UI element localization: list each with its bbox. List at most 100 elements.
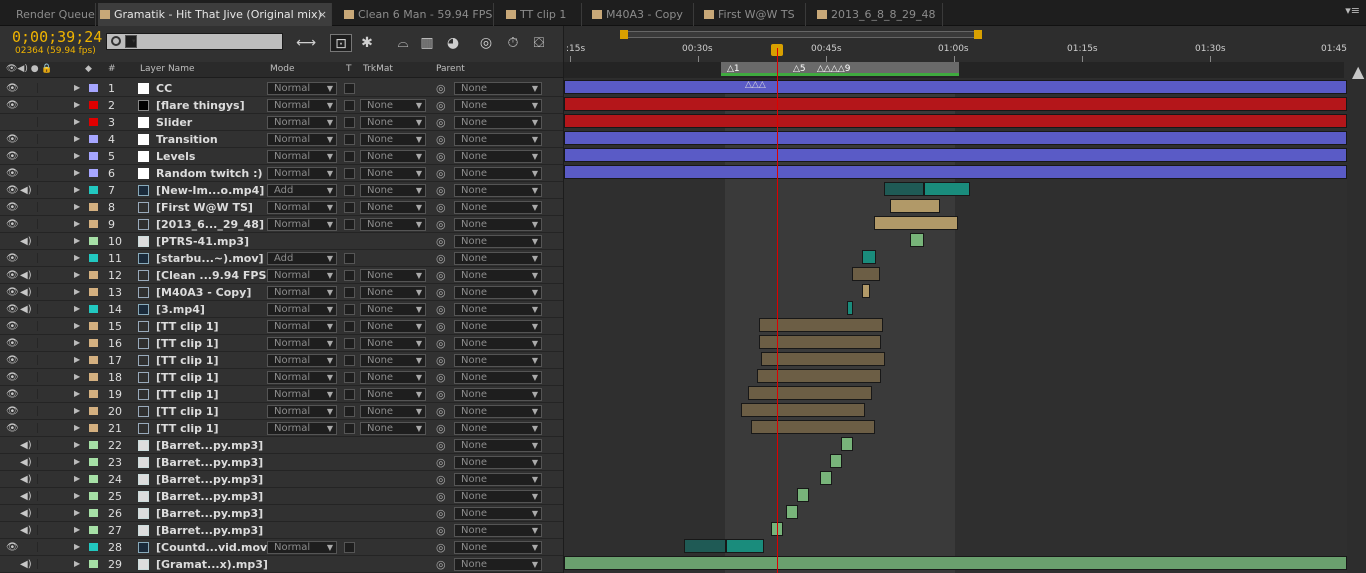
- render-toggle-icon[interactable]: ⛋: [528, 34, 550, 52]
- trkmat-dropdown[interactable]: None ▼: [360, 371, 426, 384]
- layer-name[interactable]: [Countd...vid.mov]: [156, 541, 272, 554]
- parent-dropdown[interactable]: None ▼: [454, 558, 542, 571]
- parent-dropdown[interactable]: None ▼: [454, 490, 542, 503]
- trkmat-dropdown[interactable]: None ▼: [360, 354, 426, 367]
- solo-lock-toggles[interactable]: [37, 474, 65, 484]
- label-color-swatch[interactable]: [89, 339, 98, 347]
- layer-row[interactable]: ◀) ▶ 22 [Barret...py.mp3] ◎ None ▼: [0, 437, 563, 454]
- expand-triangle-icon[interactable]: ▶: [74, 304, 80, 313]
- preserve-transparency-toggle[interactable]: [344, 542, 355, 553]
- layer-name[interactable]: [TT clip 1]: [156, 371, 219, 384]
- eye-icon[interactable]: 👁: [6, 372, 19, 383]
- mode-dropdown[interactable]: Normal ▼: [267, 405, 337, 418]
- marker[interactable]: △1: [727, 63, 740, 75]
- eye-icon[interactable]: 👁: [6, 542, 19, 553]
- expand-triangle-icon[interactable]: ▶: [74, 440, 80, 449]
- layer-name[interactable]: Random twitch :): [156, 167, 263, 180]
- mode-dropdown[interactable]: Add ▼: [267, 184, 337, 197]
- eye-icon[interactable]: 👁: [6, 355, 19, 366]
- solo-lock-toggles[interactable]: [37, 185, 65, 195]
- layer-row[interactable]: ◀) ▶ 26 [Barret...py.mp3] ◎ None ▼: [0, 505, 563, 522]
- parent-dropdown[interactable]: None ▼: [454, 371, 542, 384]
- parent-dropdown[interactable]: None ▼: [454, 201, 542, 214]
- trkmat-dropdown[interactable]: None ▼: [360, 116, 426, 129]
- layer-name[interactable]: [Barret...py.mp3]: [156, 524, 263, 537]
- label-color-swatch[interactable]: [89, 237, 98, 245]
- preserve-transparency-toggle[interactable]: [344, 355, 355, 366]
- layer-name-header[interactable]: Layer Name: [140, 64, 195, 74]
- speaker-icon[interactable]: ◀): [20, 474, 32, 485]
- expand-triangle-icon[interactable]: ▶: [74, 372, 80, 381]
- mode-dropdown[interactable]: Normal ▼: [267, 99, 337, 112]
- layer-bar-23[interactable]: [830, 454, 842, 468]
- layer-row[interactable]: 👁 ▶ 15 [TT clip 1] Normal ▼ None ▼ ◎ None ▼: [0, 318, 563, 335]
- label-color-swatch[interactable]: [89, 390, 98, 398]
- layer-row[interactable]: 👁 ▶ 5 Levels Normal ▼ None ▼ ◎ None ▼: [0, 148, 563, 165]
- label-color-swatch[interactable]: [89, 220, 98, 228]
- tab-tt-clip-1[interactable]: TT clip 1: [504, 3, 582, 26]
- eye-icon[interactable]: 👁: [6, 423, 19, 434]
- preserve-transparency-toggle[interactable]: [344, 219, 355, 230]
- expand-triangle-icon[interactable]: ▶: [74, 338, 80, 347]
- preserve-transparency-toggle[interactable]: [344, 304, 355, 315]
- label-color-swatch[interactable]: [89, 322, 98, 330]
- parent-pickwhip-icon[interactable]: ◎: [436, 99, 446, 112]
- solo-lock-toggles[interactable]: [37, 508, 65, 518]
- speaker-icon[interactable]: ◀): [20, 185, 32, 196]
- layer-bar-4[interactable]: [564, 131, 1347, 145]
- trkmat-dropdown[interactable]: None ▼: [360, 150, 426, 163]
- parent-pickwhip-icon[interactable]: ◎: [436, 490, 446, 503]
- layer-row[interactable]: 👁 ▶ 4 Transition Normal ▼ None ▼ ◎ None ▼: [0, 131, 563, 148]
- parent-dropdown[interactable]: None ▼: [454, 507, 542, 520]
- parent-pickwhip-icon[interactable]: ◎: [436, 371, 446, 384]
- preserve-transparency-toggle[interactable]: [344, 151, 355, 162]
- layer-name[interactable]: [TT clip 1]: [156, 422, 219, 435]
- layer-name[interactable]: [Gramat...x).mp3]: [156, 558, 268, 571]
- mode-dropdown[interactable]: Normal ▼: [267, 201, 337, 214]
- preserve-transparency-toggle[interactable]: [344, 389, 355, 400]
- mode-dropdown[interactable]: Normal ▼: [267, 133, 337, 146]
- mode-dropdown[interactable]: Normal ▼: [267, 422, 337, 435]
- layer-name[interactable]: [Clean ...9.94 FPS]: [156, 269, 271, 282]
- mode-dropdown[interactable]: Normal ▼: [267, 218, 337, 231]
- layer-row[interactable]: 👁 ▶ 18 [TT clip 1] Normal ▼ None ▼ ◎ None ▼: [0, 369, 563, 386]
- expand-triangle-icon[interactable]: ▶: [74, 389, 80, 398]
- draft-3d-icon[interactable]: ✱: [356, 34, 378, 52]
- speaker-icon[interactable]: ◀): [20, 236, 32, 247]
- expand-triangle-icon[interactable]: ▶: [74, 168, 80, 177]
- eye-icon[interactable]: 👁: [6, 389, 19, 400]
- solo-lock-toggles[interactable]: [37, 440, 65, 450]
- speaker-icon[interactable]: ◀): [20, 525, 32, 536]
- layer-name[interactable]: [TT clip 1]: [156, 405, 219, 418]
- eye-icon[interactable]: 👁: [6, 202, 19, 213]
- mode-dropdown[interactable]: Normal ▼: [267, 82, 337, 95]
- expand-triangle-icon[interactable]: ▶: [74, 185, 80, 194]
- label-color-swatch[interactable]: [89, 441, 98, 449]
- layer-row[interactable]: 👁 ▶ 9 [2013_6..._29_48] Normal ▼ None ▼ ◎ None ▼: [0, 216, 563, 233]
- mode-dropdown[interactable]: Normal ▼: [267, 337, 337, 350]
- speaker-icon[interactable]: ◀): [20, 508, 32, 519]
- live-update-icon[interactable]: ⊡: [330, 34, 352, 52]
- label-color-swatch[interactable]: [89, 271, 98, 279]
- time-ruler[interactable]: :15s 00:30s 00:45s 01:00s 01:15s 01:30s …: [564, 40, 1354, 62]
- trkmat-dropdown[interactable]: None ▼: [360, 320, 426, 333]
- expand-triangle-icon[interactable]: ▶: [74, 253, 80, 262]
- parent-pickwhip-icon[interactable]: ◎: [436, 218, 446, 231]
- parent-pickwhip-icon[interactable]: ◎: [436, 150, 446, 163]
- layer-name[interactable]: [Barret...py.mp3]: [156, 439, 263, 452]
- shy-layers-icon[interactable]: ⌓: [392, 34, 414, 52]
- parent-pickwhip-icon[interactable]: ◎: [436, 473, 446, 486]
- solo-lock-toggles[interactable]: [37, 253, 65, 263]
- solo-lock-toggles[interactable]: [37, 134, 65, 144]
- eye-icon[interactable]: 👁: [6, 338, 19, 349]
- layer-bar-18[interactable]: [757, 369, 881, 383]
- parent-pickwhip-icon[interactable]: ◎: [436, 456, 446, 469]
- eye-icon[interactable]: 👁: [6, 321, 19, 332]
- solo-lock-toggles[interactable]: [37, 202, 65, 212]
- expand-triangle-icon[interactable]: ▶: [74, 287, 80, 296]
- parent-dropdown[interactable]: None ▼: [454, 286, 542, 299]
- speaker-icon[interactable]: ◀): [20, 287, 32, 298]
- tab-render-queue[interactable]: Render Queue: [0, 3, 96, 26]
- layer-name[interactable]: [Barret...py.mp3]: [156, 473, 263, 486]
- parent-pickwhip-icon[interactable]: ◎: [436, 541, 446, 554]
